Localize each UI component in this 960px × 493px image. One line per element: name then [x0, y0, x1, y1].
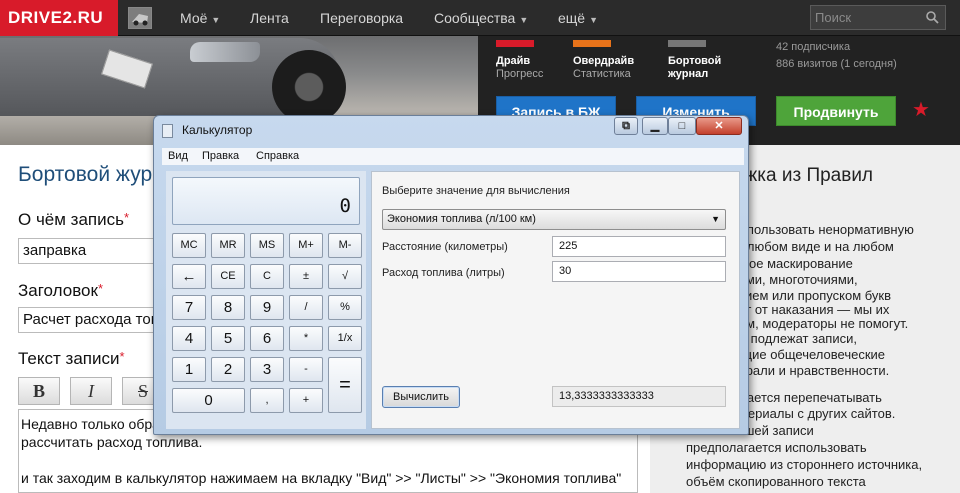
key-plus[interactable]: + — [289, 388, 323, 413]
key-m-plus[interactable]: M+ — [289, 233, 323, 258]
about-field[interactable]: заправка — [18, 238, 168, 264]
rules-line: предполагается использовать — [686, 440, 867, 455]
key-9[interactable]: 9 — [250, 295, 284, 320]
heading-field[interactable]: Расчет расхода топлива — [18, 307, 168, 333]
menu-view[interactable]: Вид — [168, 150, 188, 162]
key-ce[interactable]: CE — [211, 264, 245, 289]
rules-line: объём скопированного текста — [686, 474, 866, 489]
key-m-minus[interactable]: M- — [328, 233, 362, 258]
editor-line — [21, 451, 635, 469]
key-mc[interactable]: MC — [172, 233, 206, 258]
maximize-button[interactable]: □ — [668, 117, 696, 135]
fuel-label: Расход топлива (литры) — [382, 267, 505, 279]
nav-item-more[interactable]: ещё ▼ — [558, 0, 598, 36]
calculator-keypad: 0 MC MR MS M+ M- ← CE C ± √ 7 8 9 / % 4 … — [166, 171, 366, 429]
calculator-window: Калькулятор ⧉ ▁ □ ✕ Вид Правка Справка 0… — [153, 115, 749, 435]
key-equals[interactable]: = — [328, 357, 362, 413]
key-4[interactable]: 4 — [172, 326, 206, 351]
visits-count: 886 визитов (1 сегодня) — [776, 58, 897, 70]
bold-button[interactable]: B — [18, 377, 60, 405]
search-icon[interactable] — [926, 11, 939, 24]
heading-label: Заголовок* — [18, 281, 103, 300]
key-reciprocal[interactable]: 1/x — [328, 326, 362, 351]
stat-logbook[interactable]: Бортовой журнал — [668, 40, 721, 81]
chevron-down-icon: ▼ — [711, 214, 720, 224]
key-mr[interactable]: MR — [211, 233, 245, 258]
about-label: О чём запись* — [18, 210, 130, 229]
key-5[interactable]: 5 — [211, 326, 245, 351]
key-negate[interactable]: ± — [289, 264, 323, 289]
editor-line: и так заходим в калькулятор нажимаем на … — [21, 470, 622, 486]
stat-drive[interactable]: Драйв Прогресс — [496, 40, 543, 81]
backspace-key[interactable]: ← — [172, 264, 206, 289]
key-ms[interactable]: MS — [250, 233, 284, 258]
subscribers-count: 42 подписчика — [776, 41, 851, 53]
nav-item-mine[interactable]: Моё ▼ — [180, 0, 220, 36]
fuel-economy-sheet: Выберите значение для вычисления Экономи… — [371, 171, 740, 429]
compute-button[interactable]: Вычислить — [382, 386, 460, 408]
key-8[interactable]: 8 — [211, 295, 245, 320]
nav-item-talks[interactable]: Переговорка — [320, 0, 403, 36]
user-avatar[interactable] — [128, 7, 152, 29]
minimize-button[interactable]: ▁ — [642, 117, 668, 135]
calculator-display: 0 — [172, 177, 360, 225]
stat-overdrive[interactable]: Овердрайв Статистика — [573, 40, 634, 81]
chevron-down-icon: ▼ — [519, 15, 529, 25]
key-2[interactable]: 2 — [211, 357, 245, 382]
nav-item-feed[interactable]: Лента — [250, 0, 289, 36]
key-c[interactable]: C — [250, 264, 284, 289]
rules-line: информацию из стороннего источника, — [686, 457, 923, 472]
top-navbar: DRIVE2.RU Моё ▼ Лента Переговорка Сообщес… — [0, 0, 960, 36]
key-sqrt[interactable]: √ — [328, 264, 362, 289]
text-label: Текст записи* — [18, 349, 125, 368]
key-6[interactable]: 6 — [250, 326, 284, 351]
menu-help[interactable]: Справка — [256, 150, 299, 162]
italic-button[interactable]: I — [70, 377, 112, 405]
calculator-title: Калькулятор — [182, 123, 253, 137]
search-box — [810, 5, 946, 30]
key-divide[interactable]: / — [289, 295, 323, 320]
restore-icon[interactable]: ⧉ — [614, 117, 638, 135]
key-1[interactable]: 1 — [172, 357, 206, 382]
key-0[interactable]: 0 — [172, 388, 245, 413]
editor-line: рассчитать расход топлива. — [21, 434, 203, 450]
calculator-menubar: Вид Правка Справка — [162, 148, 744, 165]
key-7[interactable]: 7 — [172, 295, 206, 320]
key-decimal[interactable]: , — [250, 388, 284, 413]
result-field: 13,3333333333333 — [552, 386, 726, 407]
nav-item-communities[interactable]: Сообщества ▼ — [434, 0, 528, 36]
star-icon[interactable]: ★ — [912, 96, 930, 124]
key-3[interactable]: 3 — [250, 357, 284, 382]
select-prompt: Выберите значение для вычисления — [382, 185, 570, 197]
profile-counters: 42 подписчика 886 визитов (1 сегодня) — [776, 39, 897, 73]
calculator-icon — [162, 124, 173, 138]
chevron-down-icon: ▼ — [211, 15, 221, 25]
close-button[interactable]: ✕ — [696, 117, 742, 135]
key-percent[interactable]: % — [328, 295, 362, 320]
search-input[interactable] — [811, 6, 921, 29]
site-logo[interactable]: DRIVE2.RU — [0, 0, 118, 36]
promote-button[interactable]: Продвинуть — [776, 96, 896, 126]
calculation-type-select[interactable]: Экономия топлива (л/100 км) ▼ — [382, 209, 726, 230]
menu-edit[interactable]: Правка — [202, 150, 239, 162]
key-multiply[interactable]: * — [289, 326, 323, 351]
distance-input[interactable]: 225 — [552, 236, 726, 257]
fuel-input[interactable]: 30 — [552, 261, 726, 282]
distance-label: Расстояние (километры) — [382, 241, 508, 253]
chevron-down-icon: ▼ — [589, 15, 599, 25]
key-minus[interactable]: - — [289, 357, 323, 382]
